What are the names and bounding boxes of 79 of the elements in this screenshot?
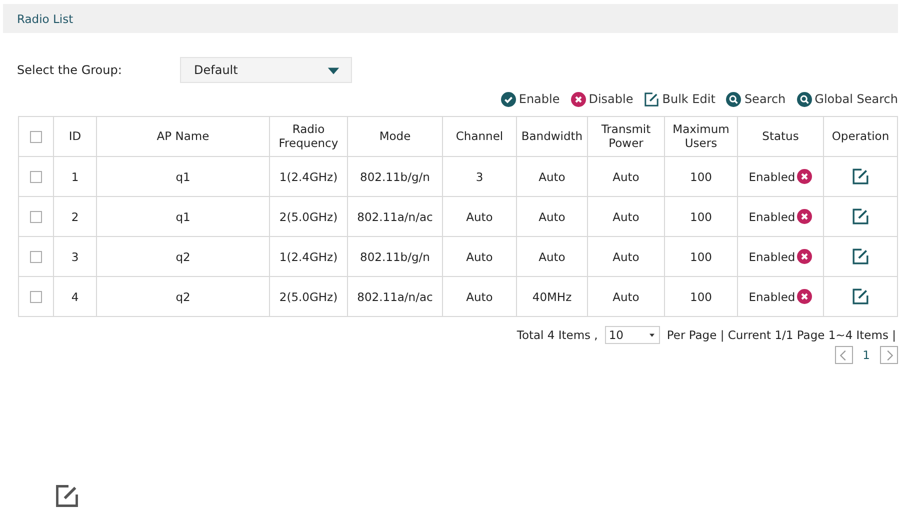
table-cell: 802.11a/n/ac <box>357 290 433 304</box>
status-text: Enabled <box>748 170 796 184</box>
table-cell: Auto <box>612 250 640 264</box>
x-circle-icon[interactable] <box>797 209 812 224</box>
checkbox[interactable] <box>30 291 42 304</box>
status-text: Enabled <box>748 290 796 304</box>
per-page-dropdown[interactable]: 10 <box>604 326 660 344</box>
total-text: Total 4 Items , <box>516 328 598 342</box>
x-circle-icon[interactable] <box>797 169 812 184</box>
checkbox[interactable] <box>30 211 42 224</box>
table-cell: q2 <box>176 290 190 304</box>
table-cell: Auto <box>466 290 493 304</box>
table-cell: Auto <box>612 210 640 224</box>
panel-title: Radio List <box>17 12 74 26</box>
table-cell: 100 <box>690 250 712 264</box>
table-cell: Auto <box>612 290 640 304</box>
table-cell: 100 <box>690 170 712 184</box>
previous-page-button[interactable] <box>834 346 853 364</box>
search-icon <box>726 92 742 106</box>
column-header: Operation <box>832 130 890 144</box>
toolbar-button[interactable]: Global Search <box>796 92 898 106</box>
edit-icon[interactable] <box>852 248 869 265</box>
table-cell: 3 <box>476 170 484 184</box>
table-cell: 2(5.0GHz) <box>279 210 338 224</box>
edit-icon <box>644 92 660 106</box>
toolbar-button[interactable]: Disable <box>570 92 634 106</box>
search-icon <box>796 92 812 106</box>
table-cell: q2 <box>176 250 190 264</box>
toolbar-button[interactable]: Bulk Edit <box>644 92 716 106</box>
group-dropdown[interactable]: Default <box>180 57 352 83</box>
next-page-button[interactable] <box>880 346 898 364</box>
toolbar-button[interactable]: Search <box>726 92 786 106</box>
x-circle-icon[interactable] <box>797 249 812 264</box>
table-cell: Auto <box>612 170 640 184</box>
column-header: Transmit Power <box>600 122 652 150</box>
edit-icon[interactable] <box>852 288 869 305</box>
column-header: Status <box>762 130 799 144</box>
column-header: Radio Frequency <box>278 122 340 150</box>
table-cell: 3 <box>71 250 79 264</box>
table-cell: 1(2.4GHz) <box>279 250 338 264</box>
table-cell: Auto <box>538 170 566 184</box>
checkbox[interactable] <box>30 251 42 264</box>
table-cell: 802.11a/n/ac <box>357 210 433 224</box>
table-cell: 4 <box>71 290 79 304</box>
page-button[interactable]: 1 <box>858 348 874 362</box>
table-cell: Auto <box>538 250 566 264</box>
toolbar-button[interactable]: Enable <box>500 92 560 106</box>
x-circle-icon[interactable] <box>797 289 812 304</box>
table-cell: 1(2.4GHz) <box>279 170 338 184</box>
field-label: Select the Group: <box>17 63 123 77</box>
column-header: Bandwidth <box>521 130 583 144</box>
edit-icon[interactable] <box>852 168 869 185</box>
table-cell: 40MHz <box>532 290 572 304</box>
table-cell: 100 <box>690 210 712 224</box>
x-circle-icon <box>570 92 586 106</box>
checkbox[interactable] <box>30 171 42 184</box>
table-cell: 1 <box>71 170 79 184</box>
edit-icon[interactable] <box>852 208 869 225</box>
status-text: Enabled <box>748 250 796 264</box>
edit-icon[interactable] <box>55 484 79 508</box>
page-summary: Per Page | Current 1/1 Page 1~4 Items | <box>666 328 896 342</box>
table-cell: 2 <box>71 210 79 224</box>
table-cell: Auto <box>466 250 493 264</box>
column-header: Channel <box>456 130 504 144</box>
column-header: Maximum Users <box>672 122 730 150</box>
table-cell: Auto <box>538 210 566 224</box>
table-cell: q1 <box>176 210 190 224</box>
column-header: ID <box>68 130 82 144</box>
table-cell: 2(5.0GHz) <box>279 290 338 304</box>
status-text: Enabled <box>748 210 796 224</box>
column-header: AP Name <box>156 130 210 144</box>
table-cell: 802.11b/g/n <box>360 170 430 184</box>
column-header: Mode <box>379 130 411 144</box>
table-cell: q1 <box>176 170 190 184</box>
checkbox[interactable] <box>30 131 42 144</box>
table-cell: 100 <box>690 290 712 304</box>
table-cell: 802.11b/g/n <box>360 250 430 264</box>
check-circle-icon <box>500 92 516 106</box>
table-cell: Auto <box>466 210 493 224</box>
